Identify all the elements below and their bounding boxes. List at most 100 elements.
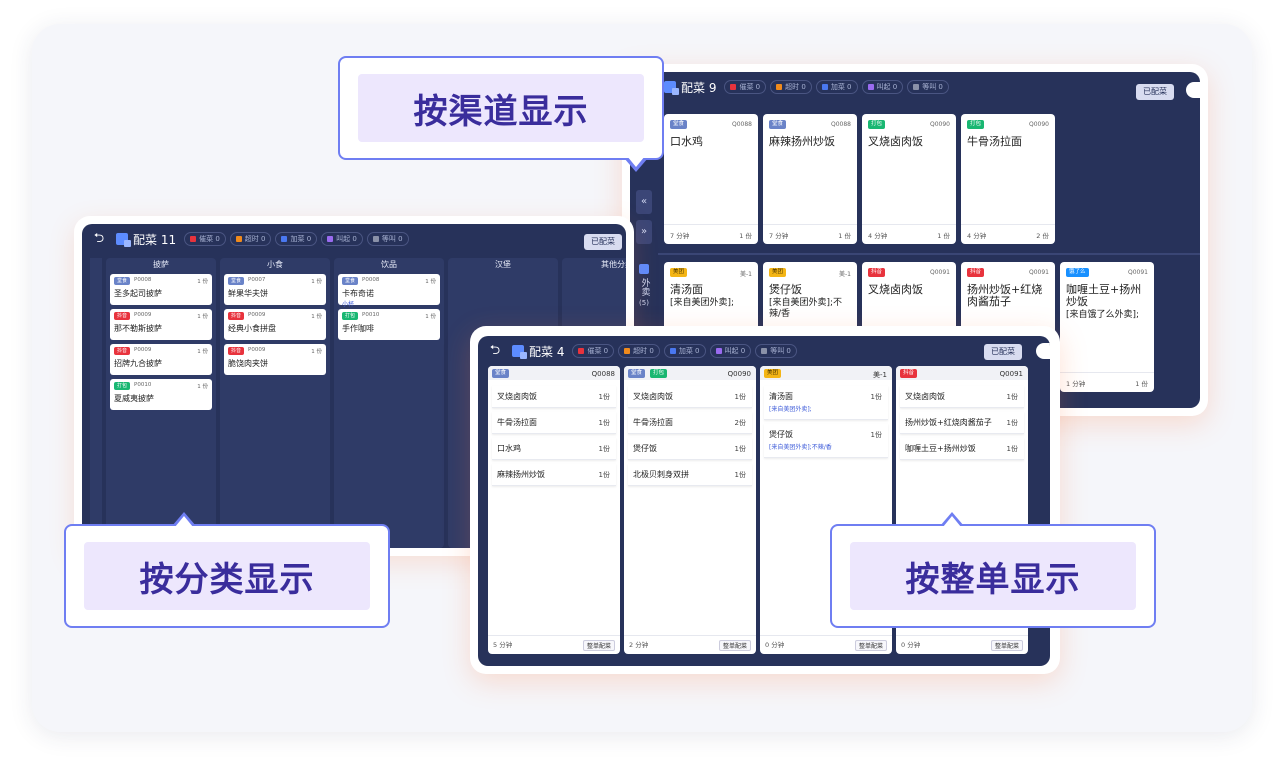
portion-qty: 2份 — [734, 419, 746, 427]
dish-card[interactable]: 堂食 Q0088 麻辣扬州炒饭 7 分钟 1 份 — [763, 114, 857, 244]
category-item-card[interactable]: 堂食 P0008 1 份圣多起司披萨 — [110, 274, 212, 305]
status-dot-icon — [235, 236, 242, 242]
status-pill-label: 加菜 0 — [830, 83, 852, 91]
dish-card[interactable]: 打包 Q0090 叉烧卤肉饭 4 分钟 1 份 — [862, 114, 956, 244]
portion-qty: 1份 — [870, 393, 882, 401]
dish-name: 扬州炒饭+红烧肉酱茄子 — [905, 418, 992, 427]
status-pill[interactable]: 加菜 0 — [275, 232, 318, 246]
order-line[interactable]: 口水鸡 1份 — [492, 438, 616, 460]
callout-tail-inner — [175, 516, 193, 527]
elapsed-time: 7 分钟 — [769, 232, 789, 240]
dish-name: 那不勒斯披萨 — [114, 324, 162, 333]
status-dot-icon — [913, 84, 920, 90]
channel-takeout[interactable]: 外卖 (5) — [636, 264, 652, 307]
status-pill[interactable]: 催菜 0 — [724, 80, 767, 94]
category-item-card[interactable]: 打包 P0010 1 份手作咖啡 — [338, 309, 440, 340]
category-item-card[interactable]: 打包 P0010 1 份夏威夷披萨 — [110, 379, 212, 410]
status-pill[interactable]: 超时 0 — [770, 80, 812, 94]
done-button[interactable]: 已配菜 — [1136, 84, 1174, 100]
order-line[interactable]: 咖喱土豆+扬州炒饭 1份 — [900, 438, 1024, 460]
order-line[interactable]: 叉烧卤肉饭 1份 — [900, 386, 1024, 408]
order-line[interactable]: 清汤面 1份 [来自美团外卖]; — [764, 386, 888, 420]
channel-tag: 美团 — [769, 268, 787, 277]
channel-tag: 堂食 — [628, 369, 646, 378]
dish-name: 咖喱土豆+扬州炒饭 — [1066, 283, 1142, 308]
expand-icon[interactable] — [1036, 343, 1050, 359]
grid-icon — [639, 264, 649, 274]
channel-tag: 堂食 — [342, 277, 359, 285]
callout-channel-label: 按渠道显示 — [358, 74, 644, 142]
status-pill[interactable]: 催菜 0 — [572, 344, 615, 358]
order-number: P0008 — [134, 277, 152, 283]
status-dot-icon — [327, 236, 334, 242]
channel-tag: 抖音 — [228, 347, 245, 355]
done-button[interactable]: 已配菜 — [584, 234, 622, 250]
complete-order-button[interactable]: 整单配菜 — [990, 640, 1023, 651]
status-pill[interactable]: 叫起 0 — [861, 80, 904, 94]
status-pill[interactable]: 加菜 0 — [815, 80, 858, 94]
status-pill[interactable]: 等叫 0 — [755, 344, 797, 358]
category-item-card[interactable]: 抖音 P0009 1 份招牌九合披萨 — [110, 344, 212, 375]
complete-order-button[interactable]: 整单配菜 — [582, 640, 615, 651]
category-item-card[interactable]: 抖音 P0009 1 份脆饶肉夹饼 — [224, 344, 326, 375]
channel-tag: 抖音 — [228, 312, 245, 320]
status-pill-label: 叫起 0 — [336, 235, 357, 243]
order-line[interactable]: 北极贝刺身双拼 1份 — [628, 464, 752, 486]
category-item-card[interactable]: 堂食 P0007 1 份鲜果华夫饼 — [224, 274, 326, 305]
complete-order-button[interactable]: 整单配菜 — [854, 640, 887, 651]
status-pill-label: 等叫 0 — [770, 347, 791, 355]
complete-order-button[interactable]: 整单配菜 — [718, 640, 751, 651]
category-item-card[interactable]: 抖音 P0009 1 份那不勒斯披萨 — [110, 309, 212, 340]
status-pill[interactable]: 等叫 0 — [907, 80, 949, 94]
order-line[interactable]: 叉烧卤肉饭 1份 — [492, 386, 616, 408]
dish-name: 叉烧卤肉饭 — [905, 392, 945, 401]
card-divider — [763, 224, 857, 225]
portion-qty: 1 份 — [838, 232, 851, 240]
collapse-left-icon[interactable]: « — [636, 190, 652, 214]
order-line[interactable]: 麻辣扬州炒饭 1份 — [492, 464, 616, 486]
status-pill-label: 催菜 0 — [739, 83, 761, 91]
order-column[interactable]: 堂食 Q0088 叉烧卤肉饭 1份 牛骨汤拉面 1份 口水鸡 1份 麻辣扬州炒饭 1份 5 分钟 整单… — [488, 366, 620, 654]
expand-icon[interactable] — [1186, 82, 1200, 98]
status-pill[interactable]: 催菜 0 — [184, 232, 226, 246]
status-pill-label: 等叫 0 — [922, 83, 943, 91]
category-item-card[interactable]: 堂食 P0008 1 份卡布奇诺 小杯 — [338, 274, 440, 308]
category-item-card[interactable]: 抖音 P0009 1 份经典小食拼盘 — [224, 309, 326, 340]
status-pill[interactable]: 加菜 0 — [663, 344, 706, 358]
callout-category: 按分类显示 — [64, 524, 390, 628]
order-line[interactable]: 叉烧卤肉饭 1份 — [628, 386, 752, 408]
dish-card[interactable]: 打包 Q0090 牛骨汤拉面 4 分钟 2 份 — [961, 114, 1055, 244]
back-icon[interactable]: ⮌ — [90, 230, 108, 248]
order-line[interactable]: 扬州炒饭+红烧肉酱茄子 1份 — [900, 412, 1024, 434]
order-line[interactable]: 牛骨汤拉面 2份 — [628, 412, 752, 434]
status-pill[interactable]: 叫起 0 — [321, 232, 363, 246]
elapsed-time: 2 分钟 — [629, 641, 649, 649]
done-button[interactable]: 已配菜 — [984, 344, 1022, 360]
category-column-title: 饮品 — [381, 260, 397, 269]
status-pill-label: 加菜 0 — [290, 235, 312, 243]
expand-right-icon[interactable]: » — [636, 220, 652, 244]
dish-name: 麻辣扬州炒饭 — [769, 135, 835, 148]
dish-card[interactable]: 堂食 Q0088 口水鸡 7 分钟 1 份 — [664, 114, 758, 244]
channel-tag: 堂食 — [769, 120, 787, 129]
portion-qty: 1 份 — [739, 232, 752, 240]
back-icon[interactable]: ⮌ — [486, 342, 504, 360]
category-title: 配菜 11 — [133, 232, 177, 247]
status-pill[interactable]: 超时 0 — [229, 232, 272, 246]
status-pill[interactable]: 超时 0 — [618, 344, 660, 358]
channel-tag: 打包 — [868, 120, 886, 129]
status-pill[interactable]: 等叫 0 — [366, 232, 409, 246]
status-dot-icon — [776, 84, 783, 90]
card-divider — [760, 635, 892, 636]
portion-qty: 1 份 — [937, 232, 950, 240]
order-line[interactable]: 煲仔饭 1份 [来自美团外卖];不辣/香 — [764, 424, 888, 458]
dish-card[interactable]: 饿了么 Q0091 咖喱土豆+扬州炒饭 [来自饿了么外卖]; 1 分钟 1 份 — [1060, 262, 1154, 392]
order-number: P0007 — [248, 277, 266, 283]
order-line[interactable]: 煲仔饭 1份 — [628, 438, 752, 460]
dish-name: 招牌九合披萨 — [114, 359, 162, 368]
order-line[interactable]: 牛骨汤拉面 1份 — [492, 412, 616, 434]
portion-qty: 1份 — [734, 471, 746, 479]
status-pill[interactable]: 叫起 0 — [709, 344, 752, 358]
order-column[interactable]: 堂食 打包 Q0090 叉烧卤肉饭 1份 牛骨汤拉面 2份 煲仔饭 1份 北极贝刺身双拼 1份 2 分… — [624, 366, 756, 654]
order-number: Q0091 — [930, 269, 950, 276]
